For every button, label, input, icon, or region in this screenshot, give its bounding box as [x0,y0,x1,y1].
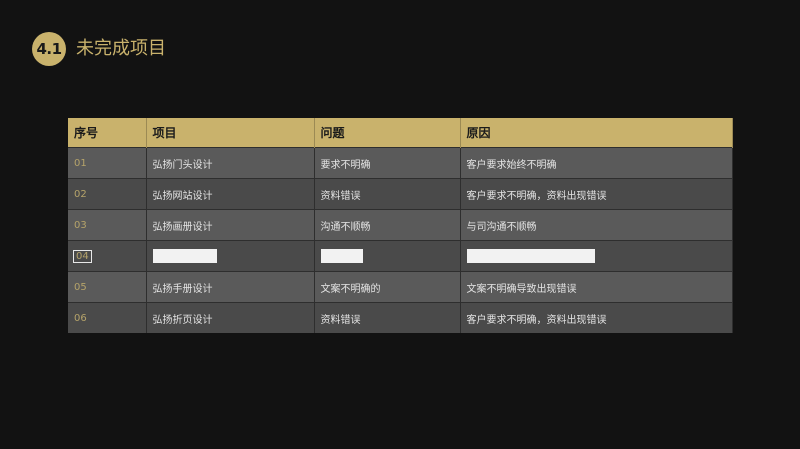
header-index: 序号 [68,118,147,148]
row-issue: 要求不明确 [314,147,461,179]
table-row: 05 弘扬手册设计 文案不明确的 文案不明确导致出现错误 [68,271,733,303]
row-index: 05 [68,271,147,303]
row-index: 03 [68,209,147,241]
section-number: 4.1 [36,40,62,58]
header-project: 项目 [146,118,315,148]
row-project-blank[interactable] [152,249,217,263]
row-issue: 资料错误 [314,302,461,333]
row-project: 弘扬门头设计 [146,147,315,179]
row-issue: 资料错误 [314,178,461,210]
row-index: 01 [68,147,147,179]
row-project: 弘扬折页设计 [146,302,315,333]
row-project-cell[interactable] [146,240,315,272]
section-title: 未完成项目 [76,38,166,59]
table-row: 01 弘扬门头设计 要求不明确 客户要求始终不明确 [68,147,733,179]
incomplete-projects-table: 序号 项目 问题 原因 01 弘扬门头设计 要求不明确 客户要求始终不明确 02… [68,118,733,333]
row-project: 弘扬手册设计 [146,271,315,303]
table-row: 06 弘扬折页设计 资料错误 客户要求不明确，资料出现错误 [68,302,733,333]
slide: 4.1 未完成项目 序号 项目 问题 原因 01 弘扬门头设计 要求不明确 客户… [0,0,800,449]
row-index: 02 [68,178,147,210]
row-issue: 沟通不顺畅 [314,209,461,241]
row-reason: 与司沟通不顺畅 [460,209,733,241]
table-row: 03 弘扬画册设计 沟通不顺畅 与司沟通不顺畅 [68,209,733,241]
row-project: 弘扬网站设计 [146,178,315,210]
table-header-row: 序号 项目 问题 原因 [68,118,733,148]
row-issue-blank[interactable] [320,249,363,263]
row-reason-cell[interactable] [460,240,733,272]
row-reason-blank[interactable] [466,249,595,263]
row-reason: 文案不明确导致出现错误 [460,271,733,303]
header-reason: 原因 [460,118,733,148]
row-issue-cell[interactable] [314,240,461,272]
row-reason: 客户要求始终不明确 [460,147,733,179]
row-project: 弘扬画册设计 [146,209,315,241]
header-issue: 问题 [314,118,461,148]
table-row: 02 弘扬网站设计 资料错误 客户要求不明确，资料出现错误 [68,178,733,210]
row-index: 06 [68,302,147,333]
table-row-editing[interactable]: 04 [68,240,733,272]
row-issue: 文案不明确的 [314,271,461,303]
section-number-badge: 4.1 [32,32,66,66]
row-reason: 客户要求不明确，资料出现错误 [460,178,733,210]
row-index[interactable]: 04 [73,249,92,263]
row-index-cell[interactable]: 04 [68,240,147,272]
row-reason: 客户要求不明确，资料出现错误 [460,302,733,333]
